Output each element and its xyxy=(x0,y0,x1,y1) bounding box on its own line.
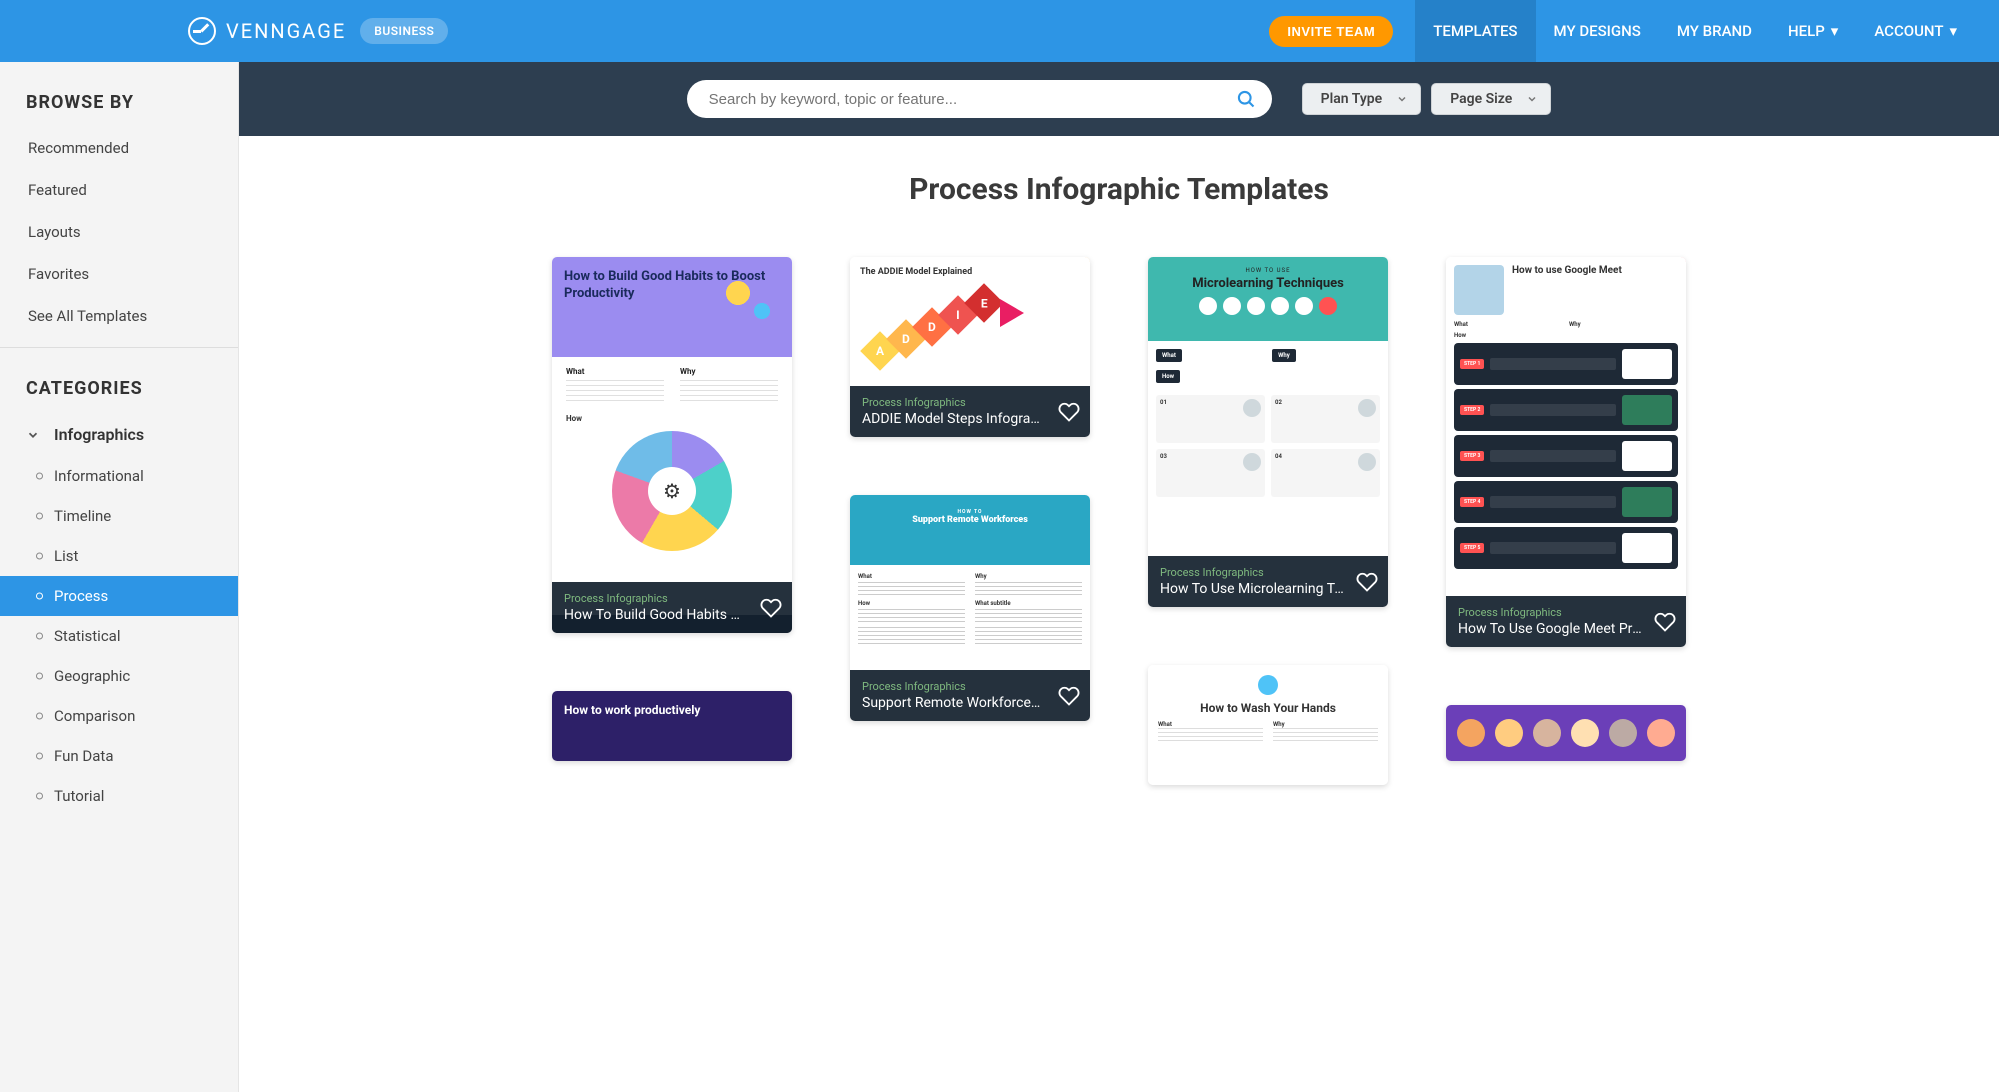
template-thumbnail: How to work productively xyxy=(552,691,792,761)
caret-down-icon: ▾ xyxy=(1831,22,1839,40)
favorite-button[interactable] xyxy=(1058,401,1080,423)
template-card[interactable] xyxy=(1446,705,1686,761)
sidebar-item-see-all[interactable]: See All Templates xyxy=(0,295,238,337)
card-category: Process Infographics xyxy=(1160,566,1344,579)
categories-heading: CATEGORIES xyxy=(0,348,238,413)
template-card[interactable]: How to Build Good Habits to Boost Produc… xyxy=(552,257,792,633)
template-card[interactable]: PREMIUM How to use Google Meet WhatWhy H… xyxy=(1446,257,1686,647)
card-title: How To Use Google Meet Process I... xyxy=(1458,621,1642,637)
template-thumbnail: How to Wash Your Hands WhatWhy xyxy=(1148,665,1388,785)
card-category: Process Infographics xyxy=(862,680,1046,693)
top-navbar: VENNGAGE BUSINESS INVITE TEAM TEMPLATES … xyxy=(0,0,1999,62)
sidebar-item-layouts[interactable]: Layouts xyxy=(0,211,238,253)
card-title: ADDIE Model Steps Infographic xyxy=(862,411,1046,427)
card-overlay: Process Infographics How To Use Google M… xyxy=(1446,596,1686,647)
template-card[interactable]: HOW TO USEMicrolearning Techniques WhatW… xyxy=(1148,257,1388,607)
heart-icon xyxy=(1356,571,1378,593)
brand-name: VENNGAGE xyxy=(226,19,346,43)
favorite-button[interactable] xyxy=(1356,571,1378,593)
subcategory-list[interactable]: List xyxy=(0,536,238,576)
subcategory-statistical[interactable]: Statistical xyxy=(0,616,238,656)
favorite-button[interactable] xyxy=(1654,611,1676,633)
subcategory-comparison[interactable]: Comparison xyxy=(0,696,238,736)
heart-icon xyxy=(1654,611,1676,633)
card-overlay: Process Infographics How To Build Good H… xyxy=(552,582,792,633)
plan-badge[interactable]: BUSINESS xyxy=(360,18,448,44)
favorite-button[interactable] xyxy=(1058,685,1080,707)
page-title: Process Infographic Templates xyxy=(239,136,1999,237)
card-overlay: Process Infographics Support Remote Work… xyxy=(850,670,1090,721)
heart-icon xyxy=(1058,685,1080,707)
card-title: How To Build Good Habits Process... xyxy=(564,607,748,623)
card-category: Process Infographics xyxy=(564,592,748,605)
subcategory-timeline[interactable]: Timeline xyxy=(0,496,238,536)
sidebar-item-favorites[interactable]: Favorites xyxy=(0,253,238,295)
category-infographics[interactable]: Infographics xyxy=(0,413,238,456)
search-wrap xyxy=(687,80,1272,118)
filter-plan-type[interactable]: Plan Type xyxy=(1302,83,1422,115)
heart-icon xyxy=(1058,401,1080,423)
caret-down-icon: ▾ xyxy=(1949,22,1957,40)
card-overlay: Process Infographics ADDIE Model Steps I… xyxy=(850,386,1090,437)
clock-icon xyxy=(188,17,216,45)
subcategory-informational[interactable]: Informational xyxy=(0,456,238,496)
template-card[interactable]: How to Wash Your Hands WhatWhy xyxy=(1148,665,1388,785)
template-card[interactable]: PREMIUM How to work productively xyxy=(552,691,792,761)
chevron-down-icon xyxy=(1526,93,1538,105)
invite-team-button[interactable]: INVITE TEAM xyxy=(1269,16,1393,47)
template-card[interactable]: HOW TOSupport Remote Workforces What Why… xyxy=(850,495,1090,721)
chevron-down-icon xyxy=(1396,93,1408,105)
brand-logo[interactable]: VENNGAGE xyxy=(188,17,346,45)
subcategory-tutorial[interactable]: Tutorial xyxy=(0,776,238,816)
chevron-down-icon xyxy=(26,428,40,442)
template-grid: How to Build Good Habits to Boost Produc… xyxy=(239,237,1999,825)
nav-my-brand[interactable]: MY BRAND xyxy=(1659,0,1770,62)
search-icon[interactable] xyxy=(1236,89,1256,109)
primary-nav: TEMPLATES MY DESIGNS MY BRAND HELP▾ ACCO… xyxy=(1415,0,1975,62)
card-category: Process Infographics xyxy=(1458,606,1642,619)
template-thumbnail: How to use Google Meet WhatWhy How STEP … xyxy=(1446,257,1686,647)
subcategory-process[interactable]: Process xyxy=(0,576,238,616)
card-overlay: Process Infographics How To Use Microlea… xyxy=(1148,556,1388,607)
heart-icon xyxy=(760,597,782,619)
subcategory-fun-data[interactable]: Fun Data xyxy=(0,736,238,776)
card-title: Support Remote Workforces Micro... xyxy=(862,695,1046,711)
card-title: How To Use Microlearning Techniq... xyxy=(1160,581,1344,597)
template-thumbnail xyxy=(1446,705,1686,761)
nav-templates[interactable]: TEMPLATES xyxy=(1415,0,1535,62)
sidebar: BROWSE BY Recommended Featured Layouts F… xyxy=(0,62,239,1092)
card-category: Process Infographics xyxy=(862,396,1046,409)
browse-by-heading: BROWSE BY xyxy=(0,62,238,127)
nav-help[interactable]: HELP▾ xyxy=(1770,0,1856,62)
favorite-button[interactable] xyxy=(760,597,782,619)
filter-bar: Plan Type Page Size xyxy=(239,62,1999,136)
sidebar-item-recommended[interactable]: Recommended xyxy=(0,127,238,169)
subcategory-geographic[interactable]: Geographic xyxy=(0,656,238,696)
nav-account[interactable]: ACCOUNT▾ xyxy=(1856,0,1975,62)
template-card[interactable]: BUSINESS The ADDIE Model Explained ADDIE… xyxy=(850,257,1090,437)
search-input[interactable] xyxy=(687,80,1272,118)
template-thumbnail: HOW TO USEMicrolearning Techniques WhatW… xyxy=(1148,257,1388,607)
sidebar-item-featured[interactable]: Featured xyxy=(0,169,238,211)
template-thumbnail: How to Build Good Habits to Boost Produc… xyxy=(552,257,792,633)
nav-my-designs[interactable]: MY DESIGNS xyxy=(1536,0,1659,62)
main-content: Plan Type Page Size Process Infographic … xyxy=(239,62,1999,1092)
filter-page-size[interactable]: Page Size xyxy=(1431,83,1551,115)
